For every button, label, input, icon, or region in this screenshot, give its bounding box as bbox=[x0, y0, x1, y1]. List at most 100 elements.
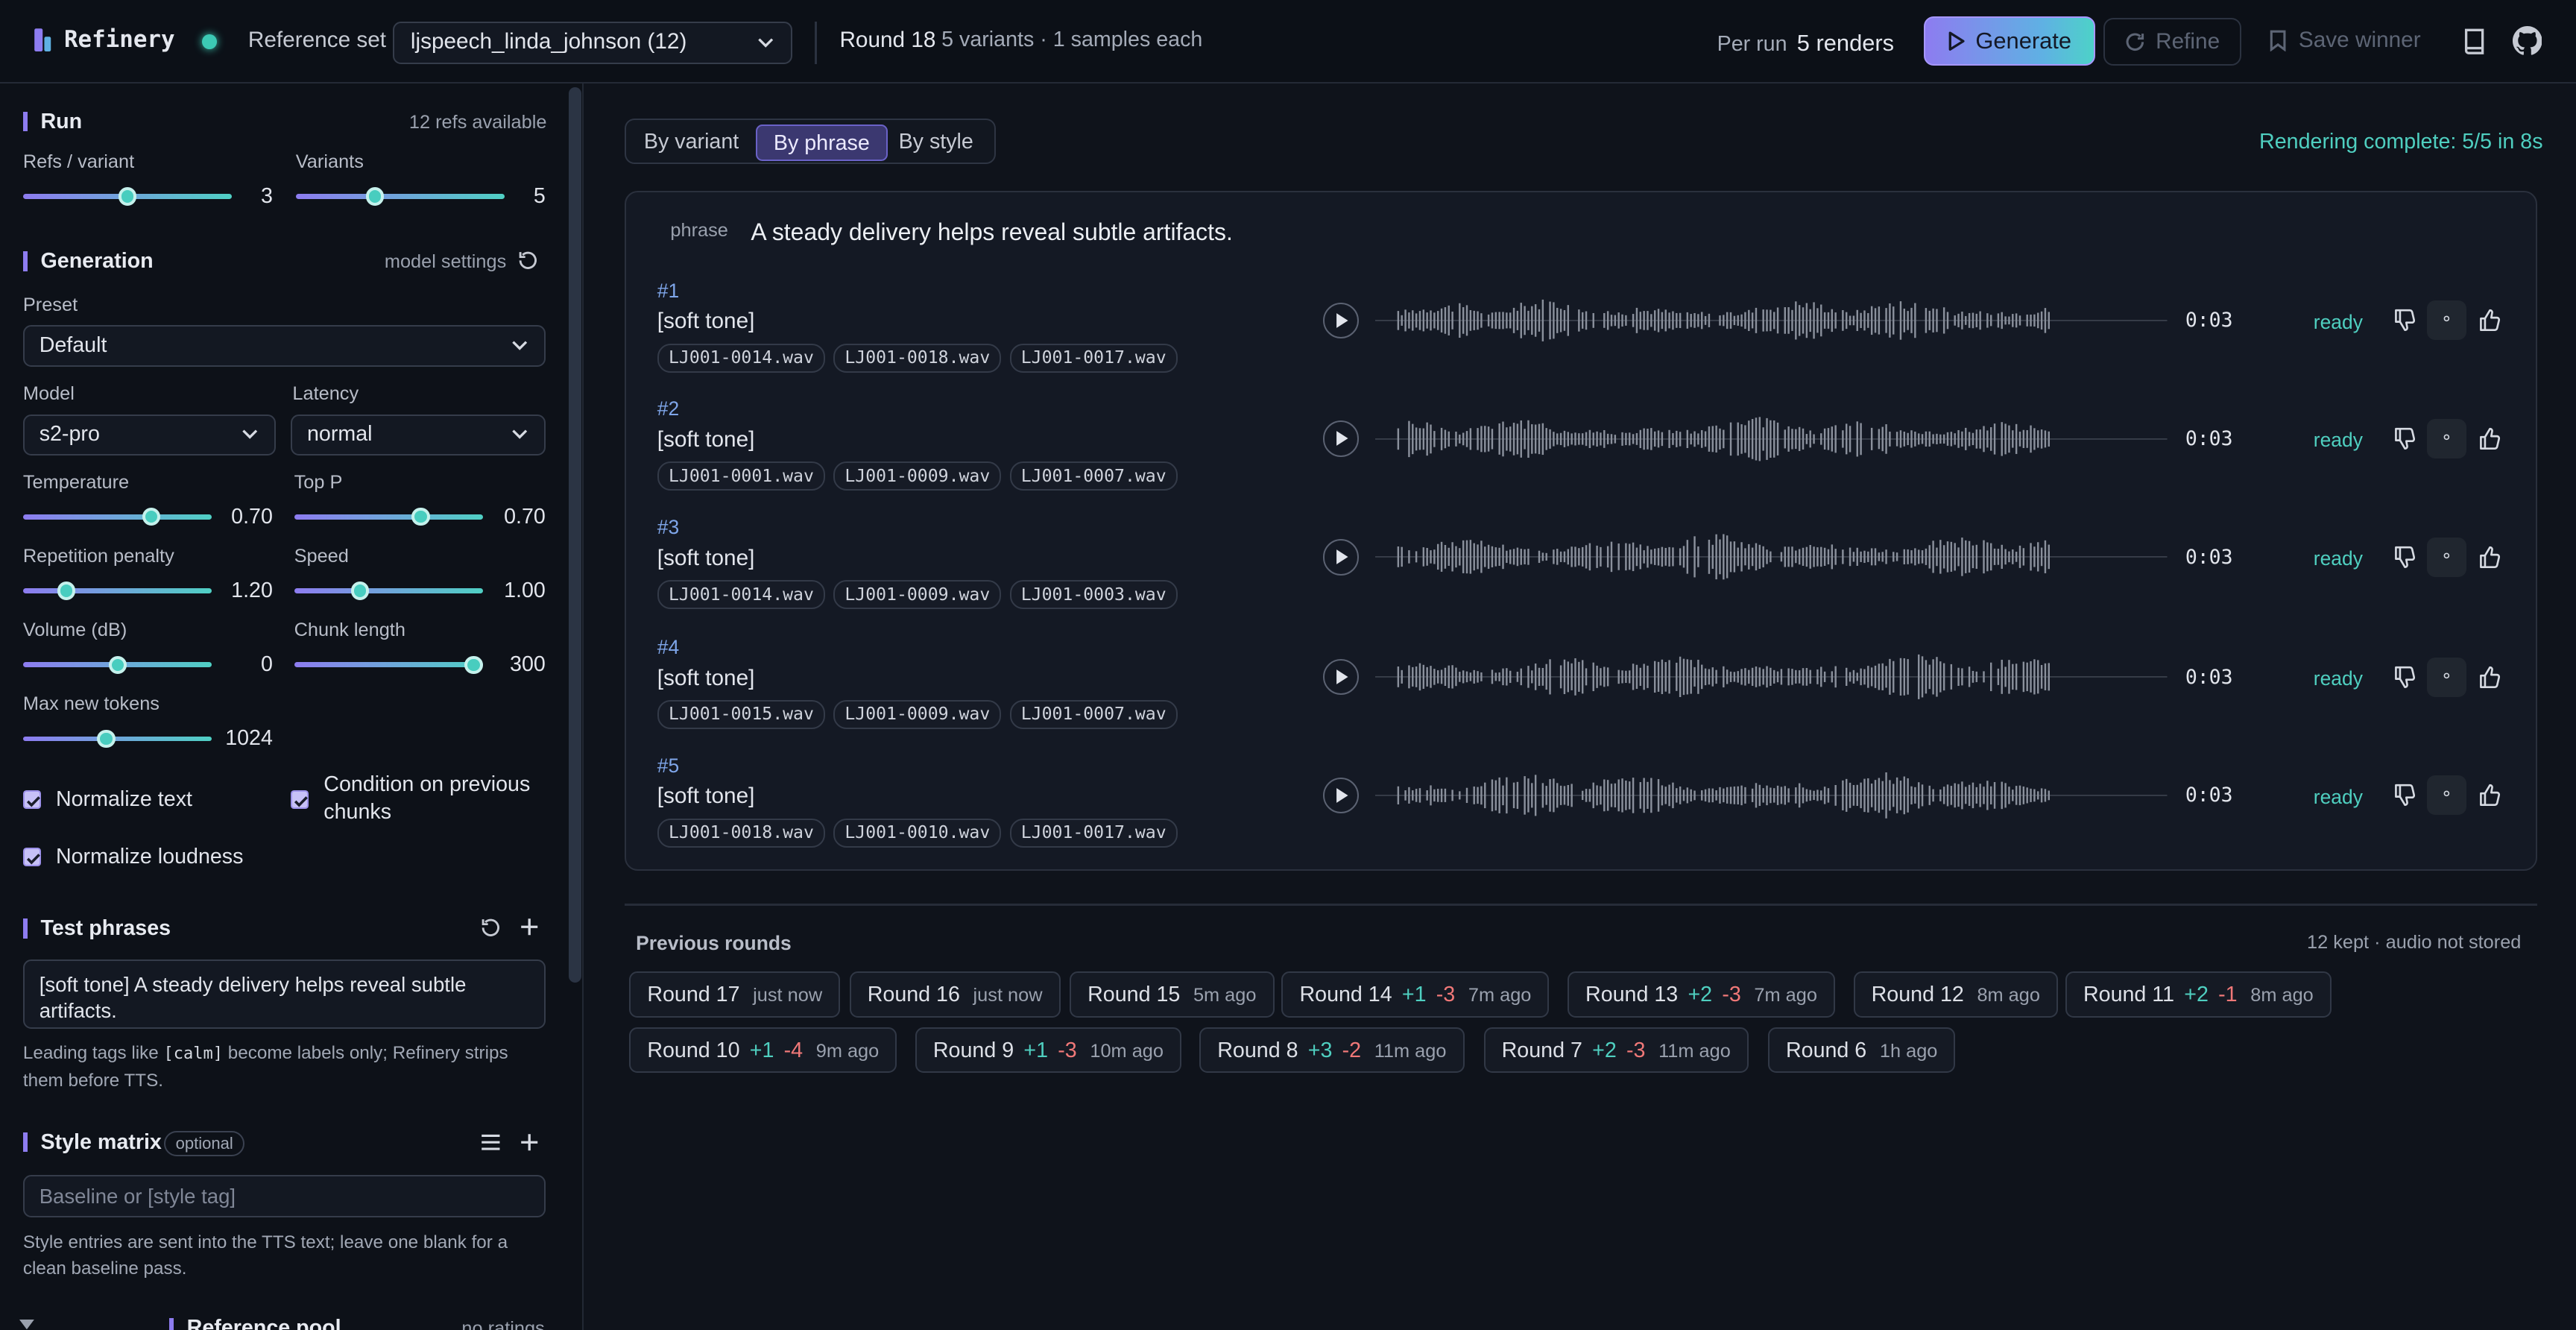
slider-handle[interactable] bbox=[411, 508, 430, 526]
github-icon[interactable] bbox=[2512, 26, 2542, 56]
condition-previous-checkbox[interactable] bbox=[291, 790, 309, 809]
round-chip[interactable]: Round 9 +1 -3 10m ago bbox=[915, 1027, 1182, 1074]
style-entry-input[interactable]: Baseline or [style tag] bbox=[22, 1175, 546, 1218]
list-icon[interactable] bbox=[480, 1132, 502, 1152]
plus-icon[interactable] bbox=[520, 1132, 539, 1152]
refs-per-variant-slider[interactable] bbox=[22, 187, 232, 206]
slider-handle[interactable] bbox=[351, 582, 370, 600]
round-chip[interactable]: Round 14 +1 -3 7m ago bbox=[1281, 971, 1550, 1018]
neutral-glyph: ∘ bbox=[2440, 545, 2452, 566]
test-phrases-input[interactable]: [soft tone] A steady delivery helps reve… bbox=[22, 959, 546, 1029]
variants-slider[interactable] bbox=[295, 187, 505, 206]
app-name: Refinery bbox=[63, 26, 175, 54]
repetition-penalty-slider[interactable] bbox=[22, 582, 212, 600]
play-icon bbox=[1336, 312, 1348, 328]
slider-handle[interactable] bbox=[366, 187, 385, 206]
latency-select[interactable]: normal bbox=[291, 414, 546, 456]
sidebar-scrollbar[interactable] bbox=[568, 86, 582, 983]
thumbs-up-icon[interactable] bbox=[2478, 309, 2501, 332]
generate-button[interactable]: Generate bbox=[1924, 16, 2095, 66]
play-button[interactable] bbox=[1322, 539, 1360, 576]
waveform[interactable] bbox=[1375, 526, 2168, 588]
round-chip[interactable]: Round 12 8m ago bbox=[1853, 971, 2059, 1018]
play-button[interactable] bbox=[1322, 777, 1360, 814]
check-icon bbox=[294, 795, 309, 807]
thumbs-down-icon[interactable] bbox=[2393, 666, 2416, 689]
slider-handle[interactable] bbox=[118, 187, 136, 206]
temperature-slider[interactable] bbox=[22, 508, 212, 526]
slider-handle[interactable] bbox=[464, 655, 483, 674]
chunk-length-slider[interactable] bbox=[294, 655, 484, 674]
refine-button[interactable]: Refine bbox=[2103, 18, 2241, 66]
reference-file-chip: LJ001-0009.wav bbox=[833, 461, 1002, 491]
round-chip[interactable]: Round 8 +3 -2 11m ago bbox=[1199, 1027, 1465, 1074]
neutral-rating-button[interactable]: ∘ bbox=[2426, 300, 2466, 341]
round-time-ago: just now bbox=[753, 985, 823, 1006]
slider-handle[interactable] bbox=[108, 655, 127, 674]
round-chip[interactable]: Round 11 +2 -1 8m ago bbox=[2065, 971, 2332, 1018]
round-kept-count: +1 bbox=[1401, 983, 1427, 1007]
brand[interactable]: Refinery bbox=[33, 26, 175, 53]
round-chip[interactable]: Round 7 +2 -3 11m ago bbox=[1483, 1027, 1749, 1074]
round-label: Round 13 bbox=[1585, 983, 1679, 1007]
reset-icon[interactable] bbox=[517, 250, 539, 271]
collapse-caret-icon[interactable] bbox=[19, 1320, 35, 1330]
thumbs-up-icon[interactable] bbox=[2478, 784, 2501, 807]
model-settings-link[interactable]: model settings bbox=[385, 251, 506, 273]
previous-rounds-meta: 12 kept · audio not stored bbox=[2306, 931, 2522, 953]
waveform[interactable] bbox=[1375, 764, 2168, 827]
play-button[interactable] bbox=[1322, 302, 1360, 339]
thumbs-down-icon[interactable] bbox=[2393, 784, 2416, 807]
normalize-text-checkbox[interactable] bbox=[22, 790, 42, 809]
tab-by-phrase[interactable]: By phrase bbox=[755, 125, 888, 161]
thumbs-up-icon[interactable] bbox=[2478, 666, 2501, 689]
round-chip[interactable]: Round 10 +1 -4 9m ago bbox=[629, 1027, 897, 1074]
speed-slider[interactable] bbox=[294, 582, 484, 600]
thumbs-up-icon[interactable] bbox=[2478, 427, 2501, 450]
reset-icon[interactable] bbox=[480, 917, 502, 939]
round-chip[interactable]: Round 13 +2 -3 7m ago bbox=[1567, 971, 1835, 1018]
tab-by-style[interactable]: By style bbox=[883, 125, 990, 160]
slider-handle[interactable] bbox=[57, 582, 76, 600]
neutral-rating-button[interactable]: ∘ bbox=[2426, 419, 2466, 458]
refs-available: 12 refs available bbox=[408, 111, 547, 133]
round-chip[interactable]: Round 6 1h ago bbox=[1767, 1027, 1956, 1074]
round-chip[interactable]: Round 15 5m ago bbox=[1070, 971, 1275, 1018]
top-p-slider[interactable] bbox=[294, 508, 484, 526]
neutral-rating-button[interactable]: ∘ bbox=[2426, 775, 2466, 816]
variant-number: #2 bbox=[657, 397, 680, 420]
thumbs-down-icon[interactable] bbox=[2393, 427, 2416, 450]
variant-row: #1 [soft tone] LJ001-0014.wav LJ001-0018.wa… bbox=[625, 280, 2537, 398]
check-icon bbox=[27, 795, 40, 807]
reference-pool-meta: no ratings bbox=[461, 1317, 545, 1330]
round-chip[interactable]: Round 17 just now bbox=[629, 971, 841, 1018]
waveform[interactable] bbox=[1375, 408, 2168, 470]
normalize-loudness-checkbox[interactable] bbox=[22, 848, 42, 866]
waveform[interactable] bbox=[1375, 289, 2168, 352]
round-dropped-count: -4 bbox=[783, 1038, 804, 1062]
play-button[interactable] bbox=[1322, 420, 1360, 457]
model-select[interactable]: s2-pro bbox=[22, 414, 277, 456]
reference-set-label: Reference set bbox=[247, 28, 387, 53]
reference-file-chip: LJ001-0003.wav bbox=[1009, 580, 1178, 609]
plus-icon[interactable] bbox=[520, 917, 539, 936]
thumbs-up-icon[interactable] bbox=[2478, 546, 2501, 569]
reference-set-select[interactable]: ljspeech_linda_johnson (12) bbox=[392, 21, 792, 64]
thumbs-down-icon[interactable] bbox=[2393, 546, 2416, 569]
chevron-down-icon bbox=[511, 429, 527, 439]
preset-select[interactable]: Default bbox=[22, 325, 546, 367]
normalize-text-label: Normalize text bbox=[55, 787, 192, 811]
phrase-tag: phrase bbox=[670, 220, 728, 242]
neutral-rating-button[interactable]: ∘ bbox=[2426, 537, 2466, 577]
waveform[interactable] bbox=[1375, 646, 2168, 708]
neutral-rating-button[interactable]: ∘ bbox=[2426, 657, 2466, 697]
save-winner-button[interactable]: Save winner bbox=[2269, 28, 2421, 53]
play-button[interactable] bbox=[1322, 658, 1360, 696]
docs-book-icon[interactable] bbox=[2461, 28, 2487, 55]
max-new-tokens-slider[interactable] bbox=[22, 729, 212, 748]
thumbs-down-icon[interactable] bbox=[2393, 309, 2416, 332]
slider-handle[interactable] bbox=[97, 729, 116, 748]
tab-by-variant[interactable]: By variant bbox=[628, 125, 755, 160]
volume-slider[interactable] bbox=[22, 655, 212, 674]
round-chip[interactable]: Round 16 just now bbox=[849, 971, 1061, 1018]
